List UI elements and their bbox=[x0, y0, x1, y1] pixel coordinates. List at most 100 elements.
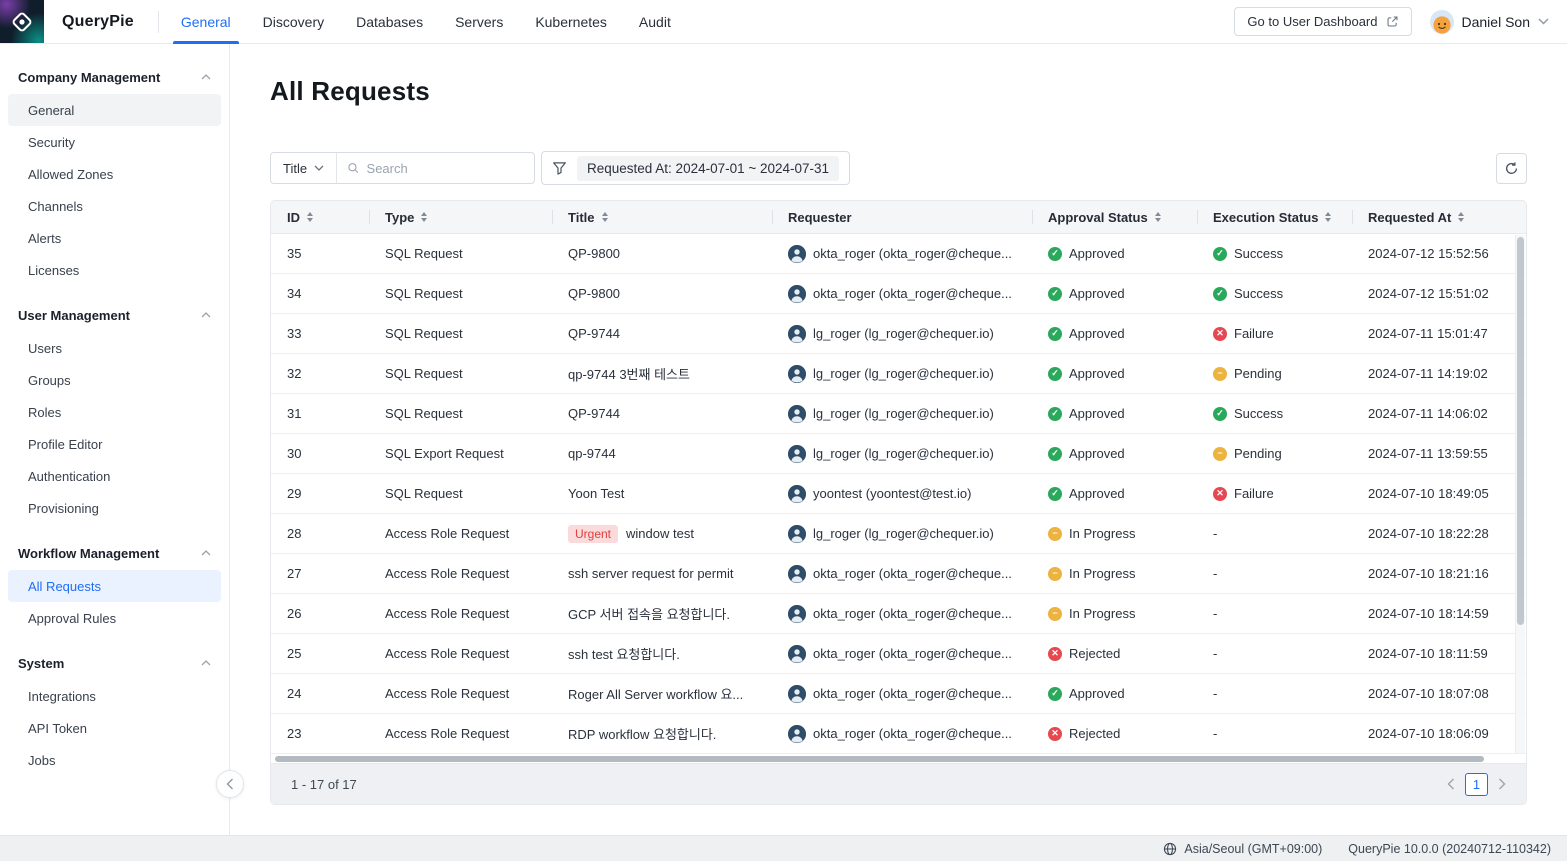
nav-tab-databases[interactable]: Databases bbox=[340, 0, 439, 43]
chevron-right-icon bbox=[1498, 778, 1506, 790]
table-row[interactable]: 29 SQL Request Yoon Test yoontest (yoont… bbox=[271, 474, 1526, 514]
querypie-logo-icon bbox=[10, 10, 34, 34]
vertical-scrollbar-thumb[interactable] bbox=[1517, 237, 1524, 625]
column-header-requested-at[interactable]: Requested At bbox=[1352, 201, 1526, 233]
table-footer: 1 - 17 of 17 1 bbox=[271, 764, 1526, 804]
cell-execution-status: - bbox=[1197, 514, 1352, 553]
cell-id: 33 bbox=[271, 314, 369, 353]
sidebar-item-general[interactable]: General bbox=[8, 94, 221, 126]
cell-title: QP-9744 bbox=[552, 394, 772, 433]
cell-id: 32 bbox=[271, 354, 369, 393]
sidebar-item-licenses[interactable]: Licenses bbox=[8, 254, 221, 286]
table-body: 35 SQL Request QP-9800 okta_roger (okta_… bbox=[271, 234, 1526, 754]
cell-approval-status: ✓ Approved bbox=[1032, 674, 1197, 713]
table-row[interactable]: 23 Access Role Request RDP workflow 요청합니… bbox=[271, 714, 1526, 754]
filter-funnel-icon[interactable] bbox=[552, 161, 567, 176]
sidebar-item-approval-rules[interactable]: Approval Rules bbox=[8, 602, 221, 634]
nav-tab-general[interactable]: General bbox=[165, 0, 247, 43]
sidebar-item-jobs[interactable]: Jobs bbox=[8, 744, 221, 776]
requests-table: ID Type Title Requester Approval Status … bbox=[270, 200, 1527, 805]
table-row[interactable]: 25 Access Role Request ssh test 요청합니다. o… bbox=[271, 634, 1526, 674]
column-header-execution-status[interactable]: Execution Status bbox=[1197, 201, 1352, 233]
sidebar-item-api-token[interactable]: API Token bbox=[8, 712, 221, 744]
sidebar-item-users[interactable]: Users bbox=[8, 332, 221, 364]
result-range: 1 - 17 of 17 bbox=[291, 777, 357, 792]
requester-avatar-icon bbox=[788, 605, 806, 623]
cell-approval-status: ✓ Approved bbox=[1032, 314, 1197, 353]
cell-requested-at: 2024-07-11 14:19:02 bbox=[1352, 354, 1526, 393]
execution-status-icon: ✓ bbox=[1213, 247, 1227, 261]
sidebar-item-provisioning[interactable]: Provisioning bbox=[8, 492, 221, 524]
cell-id: 34 bbox=[271, 274, 369, 313]
requested-at-filter-chip[interactable]: Requested At: 2024-07-01 ~ 2024-07-31 bbox=[577, 156, 839, 181]
chevron-down-icon bbox=[1538, 18, 1549, 25]
page-number-button[interactable]: 1 bbox=[1465, 773, 1488, 796]
refresh-button[interactable] bbox=[1496, 153, 1527, 184]
nav-tab-kubernetes[interactable]: Kubernetes bbox=[519, 0, 623, 43]
vertical-scrollbar[interactable] bbox=[1515, 235, 1525, 753]
nav-tab-servers[interactable]: Servers bbox=[439, 0, 519, 43]
page-title: All Requests bbox=[270, 75, 1527, 107]
table-row[interactable]: 27 Access Role Request ssh server reques… bbox=[271, 554, 1526, 594]
user-menu[interactable]: Daniel Son bbox=[1430, 10, 1550, 34]
requester-avatar-icon bbox=[788, 725, 806, 743]
sidebar-item-all-requests[interactable]: All Requests bbox=[8, 570, 221, 602]
horizontal-scrollbar-thumb[interactable] bbox=[275, 756, 1484, 762]
status-bar: Asia/Seoul (GMT+09:00) QueryPie 10.0.0 (… bbox=[0, 835, 1567, 861]
previous-page-button[interactable] bbox=[1447, 778, 1455, 790]
table-row[interactable]: 30 SQL Export Request qp-9744 lg_roger (… bbox=[271, 434, 1526, 474]
horizontal-scrollbar[interactable] bbox=[271, 754, 1526, 764]
requester-avatar-icon bbox=[788, 685, 806, 703]
pagination: 1 bbox=[1447, 773, 1506, 796]
sidebar-section-title[interactable]: Workflow Management bbox=[0, 536, 229, 570]
cell-approval-status: ✓ Approved bbox=[1032, 274, 1197, 313]
search-field-selector[interactable]: Title bbox=[271, 153, 337, 183]
top-navigation-bar: QueryPie General Discovery Databases Ser… bbox=[0, 0, 1567, 44]
table-row[interactable]: 26 Access Role Request GCP 서버 접속을 요청합니다.… bbox=[271, 594, 1526, 634]
sidebar-section-title[interactable]: Company Management bbox=[0, 60, 229, 94]
cell-type: SQL Request bbox=[369, 314, 552, 353]
table-row[interactable]: 31 SQL Request QP-9744 lg_roger (lg_roge… bbox=[271, 394, 1526, 434]
table-row[interactable]: 24 Access Role Request Roger All Server … bbox=[271, 674, 1526, 714]
table-row[interactable]: 33 SQL Request QP-9744 lg_roger (lg_roge… bbox=[271, 314, 1526, 354]
querypie-logo[interactable] bbox=[0, 0, 44, 43]
cell-requester: okta_roger (okta_roger@cheque... bbox=[772, 594, 1032, 633]
go-to-user-dashboard-button[interactable]: Go to User Dashboard bbox=[1234, 7, 1411, 36]
column-header-type[interactable]: Type bbox=[369, 201, 552, 233]
nav-tab-discovery[interactable]: Discovery bbox=[247, 0, 340, 43]
column-header-approval-status[interactable]: Approval Status bbox=[1032, 201, 1197, 233]
table-row[interactable]: 34 SQL Request QP-9800 okta_roger (okta_… bbox=[271, 274, 1526, 314]
table-row[interactable]: 32 SQL Request qp-9744 3번째 테스트 lg_roger … bbox=[271, 354, 1526, 394]
cell-requester: lg_roger (lg_roger@chequer.io) bbox=[772, 394, 1032, 433]
sidebar-item-integrations[interactable]: Integrations bbox=[8, 680, 221, 712]
cell-approval-status: − In Progress bbox=[1032, 594, 1197, 633]
column-header-title[interactable]: Title bbox=[552, 201, 772, 233]
sidebar-item-profile-editor[interactable]: Profile Editor bbox=[8, 428, 221, 460]
cell-approval-status: − In Progress bbox=[1032, 514, 1197, 553]
sidebar-item-groups[interactable]: Groups bbox=[8, 364, 221, 396]
sidebar-section-title[interactable]: System bbox=[0, 646, 229, 680]
cell-type: Access Role Request bbox=[369, 714, 552, 753]
cell-requester: lg_roger (lg_roger@chequer.io) bbox=[772, 434, 1032, 473]
cell-title: ssh test 요청합니다. bbox=[552, 634, 772, 673]
sidebar-item-allowed-zones[interactable]: Allowed Zones bbox=[8, 158, 221, 190]
nav-tab-audit[interactable]: Audit bbox=[623, 0, 687, 43]
sidebar-item-alerts[interactable]: Alerts bbox=[8, 222, 221, 254]
timezone-indicator: Asia/Seoul (GMT+09:00) bbox=[1163, 842, 1322, 856]
cell-approval-status: ✓ Approved bbox=[1032, 434, 1197, 473]
column-header-requester[interactable]: Requester bbox=[772, 201, 1032, 233]
table-row[interactable]: 35 SQL Request QP-9800 okta_roger (okta_… bbox=[271, 234, 1526, 274]
search-input[interactable] bbox=[367, 161, 524, 176]
sidebar-item-security[interactable]: Security bbox=[8, 126, 221, 158]
execution-status-icon: − bbox=[1213, 447, 1227, 461]
sidebar-item-channels[interactable]: Channels bbox=[8, 190, 221, 222]
next-page-button[interactable] bbox=[1498, 778, 1506, 790]
sidebar-section-title[interactable]: User Management bbox=[0, 298, 229, 332]
sidebar-item-authentication[interactable]: Authentication bbox=[8, 460, 221, 492]
sidebar-item-roles[interactable]: Roles bbox=[8, 396, 221, 428]
sidebar-collapse-button[interactable] bbox=[216, 770, 244, 798]
requester-avatar-icon bbox=[788, 365, 806, 383]
table-row[interactable]: 28 Access Role Request Urgent window tes… bbox=[271, 514, 1526, 554]
cell-requester: yoontest (yoontest@test.io) bbox=[772, 474, 1032, 513]
column-header-id[interactable]: ID bbox=[271, 201, 369, 233]
